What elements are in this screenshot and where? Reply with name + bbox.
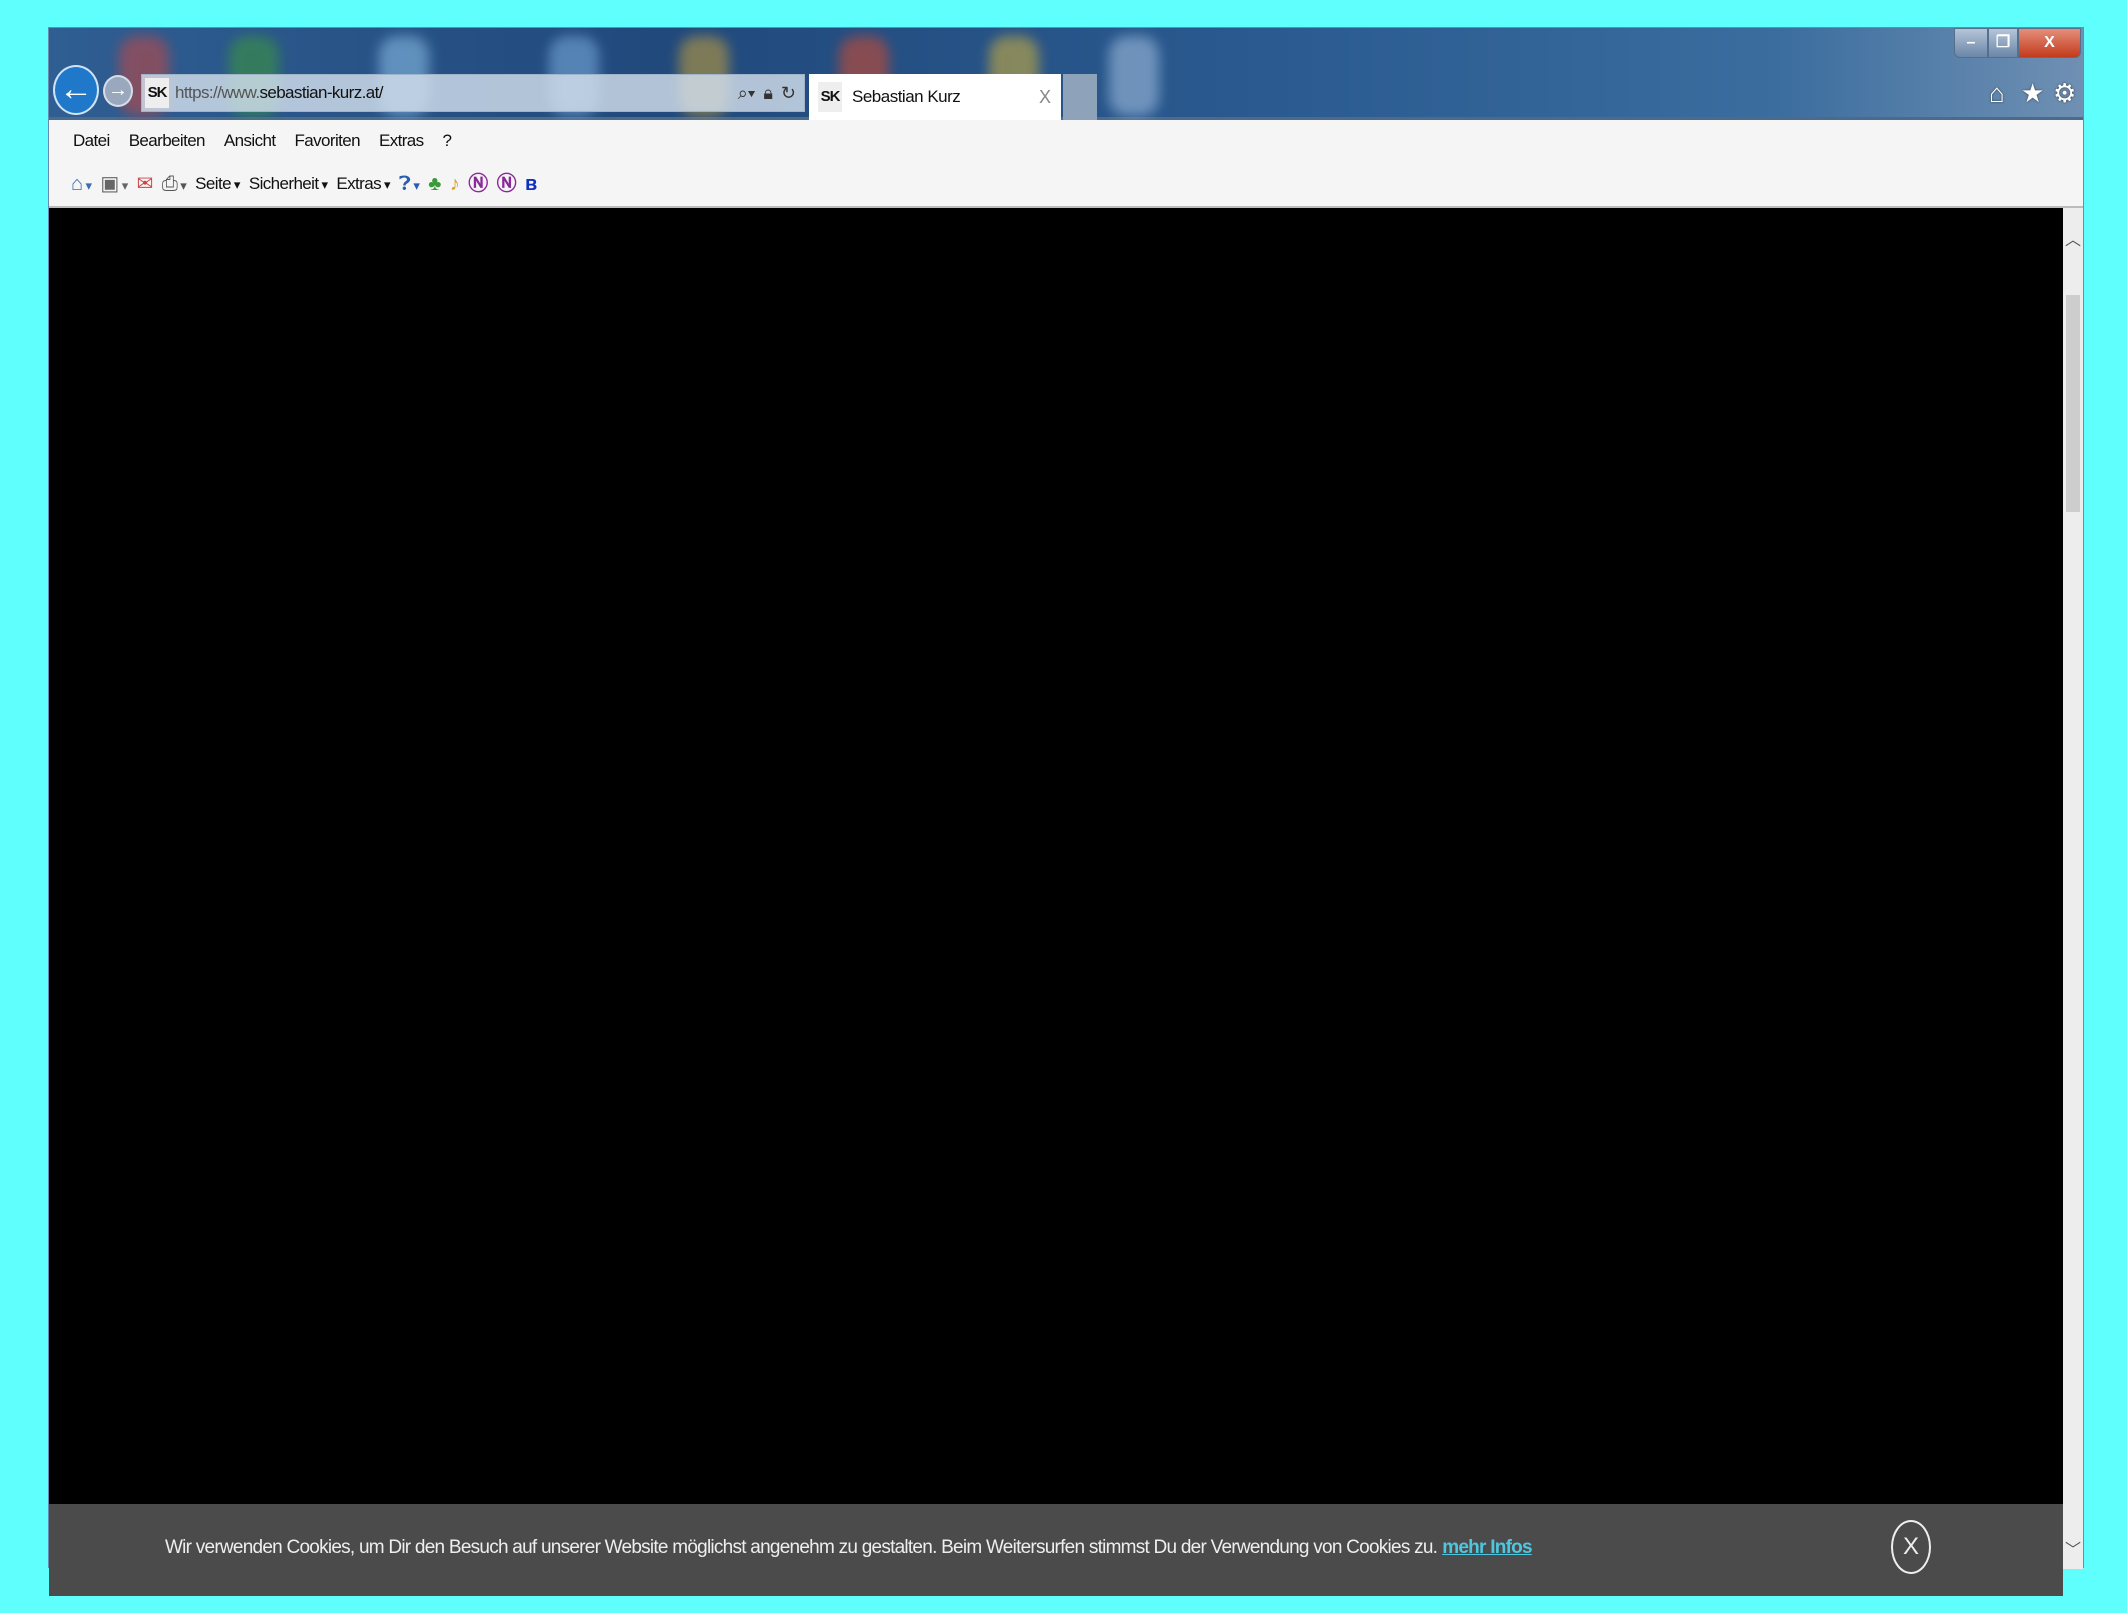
page-content: Wir verwenden Cookies, um Dir den Besuch… — [49, 208, 2063, 1596]
refresh-icon[interactable]: ↻ — [781, 83, 796, 104]
menu-favoriten[interactable]: Favoriten — [294, 131, 360, 151]
bluetooth-icon[interactable]: ʙ — [525, 174, 537, 194]
tab-sebastian-kurz[interactable]: SK Sebastian Kurz X — [809, 74, 1061, 120]
cookie-text-line: Wir verwenden Cookies, um Dir den Besuch… — [165, 1537, 1533, 1559]
browser-window: ← → SK https://www.sebastian-kurz.at/ ⌕▾… — [48, 27, 2084, 1596]
more-info-link[interactable]: mehr Infos — [1442, 1537, 1532, 1558]
extras-menu[interactable]: Extras — [336, 174, 390, 194]
scroll-down-icon[interactable]: ﹀ — [2065, 1536, 2081, 1560]
print-icon[interactable]: ⎙ — [162, 174, 186, 194]
site-favicon: SK — [145, 78, 169, 108]
home-icon[interactable]: ⌂ — [1989, 78, 2005, 109]
forward-button[interactable]: → — [103, 75, 133, 107]
tab-close-icon[interactable]: X — [1039, 87, 1051, 108]
onenote-linked-icon[interactable]: Ⓝ — [497, 174, 517, 194]
cookie-banner: Wir verwenden Cookies, um Dir den Besuch… — [49, 1504, 2063, 1596]
restore-button[interactable]: ❐ — [1988, 28, 2018, 58]
address-bar[interactable]: SK https://www.sebastian-kurz.at/ ⌕▾ 🔒︎ … — [141, 74, 805, 112]
menu-datei[interactable]: Datei — [73, 131, 110, 151]
desktop-blur — [1109, 36, 1159, 116]
close-window-button[interactable]: X — [2018, 28, 2081, 58]
vertical-scrollbar[interactable]: ︿ ﹀ — [2063, 208, 2083, 1569]
gear-icon[interactable]: ⚙ — [2053, 78, 2076, 109]
command-bar: ⌂ ▣ ✉ ⎙ Seite Sicherheit Extras ❓︎ ♣ ♪ Ⓝ… — [49, 162, 2083, 208]
cookie-text: Wir verwenden Cookies, um Dir den Besuch… — [165, 1537, 1438, 1558]
help-icon[interactable]: ❓︎ — [399, 174, 419, 194]
tab-favicon: SK — [818, 82, 842, 112]
cookie-close-button[interactable]: X — [1891, 1520, 1931, 1574]
feeds-icon[interactable]: ▣ — [100, 174, 127, 194]
url-text[interactable]: https://www.sebastian-kurz.at/ — [175, 83, 383, 103]
title-bar: ← → SK https://www.sebastian-kurz.at/ ⌕▾… — [49, 28, 2083, 120]
mail-icon[interactable]: ✉ — [137, 174, 154, 194]
safety-menu[interactable]: Sicherheit — [249, 174, 328, 194]
menu-help[interactable]: ? — [443, 131, 452, 151]
onenote-icon[interactable]: Ⓝ — [468, 174, 488, 194]
search-icon[interactable]: ⌕▾ — [738, 83, 756, 104]
minimize-button[interactable]: – — [1954, 28, 1988, 58]
lock-icon[interactable]: 🔒︎ — [763, 83, 773, 104]
java-icon[interactable]: ♪ — [450, 174, 460, 194]
tab-title: Sebastian Kurz — [852, 87, 961, 106]
new-tab-button[interactable] — [1063, 74, 1097, 120]
scroll-up-icon[interactable]: ︿ — [2065, 226, 2081, 250]
menu-extras[interactable]: Extras — [379, 131, 424, 151]
favorites-star-icon[interactable]: ★ — [2021, 78, 2044, 109]
menu-bearbeiten[interactable]: Bearbeiten — [129, 131, 206, 151]
back-button[interactable]: ← — [53, 65, 99, 115]
menu-ansicht[interactable]: Ansicht — [224, 131, 276, 151]
page-menu[interactable]: Seite — [195, 174, 240, 194]
menu-bar: Datei Bearbeiten Ansicht Favoriten Extra… — [49, 120, 2083, 162]
scrollbar-thumb[interactable] — [2066, 295, 2080, 512]
messenger-icon[interactable]: ♣ — [428, 174, 441, 194]
home-icon[interactable]: ⌂ — [71, 174, 91, 194]
